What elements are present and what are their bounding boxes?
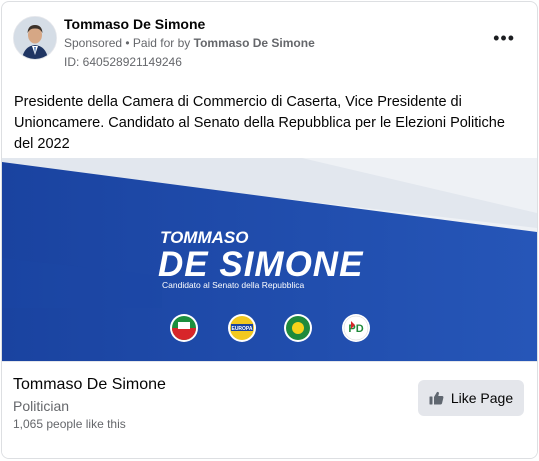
ad-header: Tommaso De Simone Sponsored • Paid for b…	[2, 2, 537, 82]
thumbs-up-icon	[429, 391, 444, 405]
sponsored-label: Sponsored	[64, 36, 123, 50]
page-name[interactable]: Tommaso De Simone	[13, 376, 166, 394]
like-page-button[interactable]: Like Page	[418, 380, 524, 416]
banner-graphic: TOMMASO DE SIMONE Candidato al Senato de…	[2, 158, 537, 361]
like-page-label: Like Page	[450, 390, 514, 406]
paid-for-name: Tommaso De Simone	[193, 36, 315, 50]
party-logo-3	[284, 314, 312, 342]
ad-body-text: Presidente della Camera di Commercio di …	[14, 94, 505, 152]
advertiser-name[interactable]: Tommaso De Simone	[64, 16, 205, 32]
ad-card: Tommaso De Simone Sponsored • Paid for b…	[1, 1, 538, 459]
sponsored-line: Sponsored • Paid for by Tommaso De Simon…	[64, 36, 315, 50]
page-likes-count: 1,065 people like this	[13, 417, 126, 431]
party-logo-2: EUROPA	[228, 314, 256, 342]
advertiser-avatar[interactable]	[13, 16, 57, 60]
banner-last-name: DE SIMONE	[158, 245, 364, 284]
ad-banner-image[interactable]: TOMMASO DE SIMONE Candidato al Senato de…	[2, 158, 537, 361]
page-category: Politician	[13, 398, 70, 414]
more-options-icon[interactable]: •••	[493, 29, 515, 47]
party-logo-1	[170, 314, 198, 342]
party-logo-4: PD	[342, 314, 370, 342]
banner-subtitle: Candidato al Senato della Repubblica	[162, 280, 305, 290]
svg-text:EUROPA: EUROPA	[231, 326, 252, 332]
ad-id: ID: 640528921149246	[64, 55, 182, 69]
ad-footer: Tommaso De Simone Politician 1,065 peopl…	[2, 361, 537, 458]
svg-text:PD: PD	[348, 323, 363, 335]
paid-for-label: • Paid for by	[122, 36, 194, 50]
avatar-image	[14, 17, 56, 59]
